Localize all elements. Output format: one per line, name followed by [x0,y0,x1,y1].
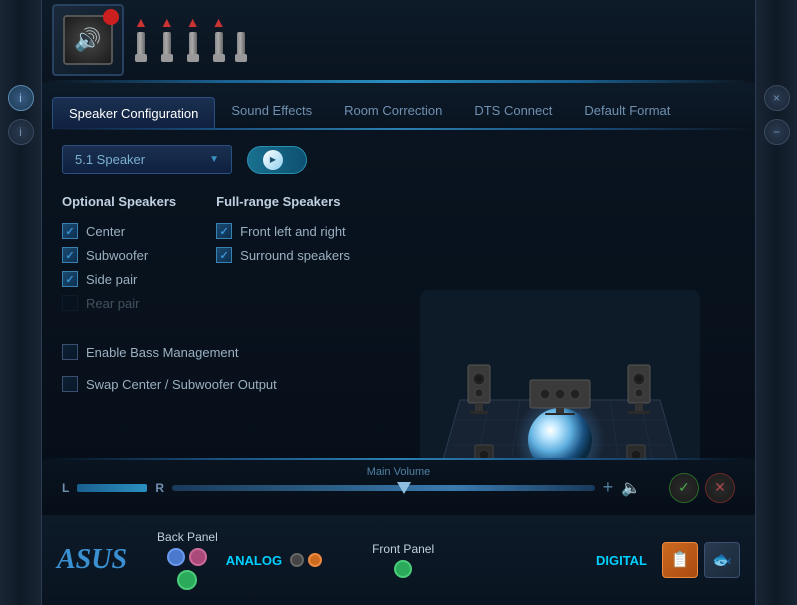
checkbox-rear-pair: Rear pair [62,291,176,315]
play-inner: ▶ [263,150,283,170]
settings-icon-button[interactable]: 📋 [662,542,698,578]
checkbox-center[interactable]: Center [62,219,176,243]
jack-arrow-3: ▲ [186,14,200,30]
jack-arrow-2: ▲ [160,14,174,30]
top-section: 🔊 ▲ ▲ ▲ ▲ [42,0,755,80]
bottom-panel: ASUS Back Panel ANALOG Front Panel [42,515,755,605]
volume-plus-label: + [603,477,614,498]
front-lr-label: Front left and right [240,224,346,239]
app-container: i i × − 🔊 ▲ ▲ ▲ ▲ [0,0,797,605]
volume-slider-thumb[interactable] [397,482,411,494]
checkbox-subwoofer[interactable]: Subwoofer [62,243,176,267]
volume-speaker-icon: 🔈 [621,478,641,498]
dropdown-arrow-icon: ▼ [209,154,219,165]
asus-logo: ASUS [57,544,127,576]
dropdown-label: 5.1 Speaker [75,152,145,167]
center-checkbox[interactable] [62,223,78,239]
rail-minus-button[interactable]: − [764,119,790,145]
jack-plug-4 [215,32,223,62]
swap-center-checkbox[interactable] [62,376,78,392]
tab-bar: Speaker Configuration Sound Effects Room… [42,83,755,128]
back-panel-jacks-bottom [177,570,197,590]
bottom-right-icons: 📋 🐟 [662,542,740,578]
volume-left-label: L [62,481,69,495]
play-button[interactable]: ▶ [247,146,307,174]
volume-slider-track[interactable] [172,485,595,491]
tab-sound-effects[interactable]: Sound Effects [215,95,328,128]
optional-speakers-header: Optional Speakers [62,194,176,209]
jack-plug-1 [137,32,145,62]
jack-icon-2: ▲ [160,14,174,62]
jack-icon-3: ▲ [186,14,200,62]
back-panel-jacks-top [167,548,207,566]
jack-pink[interactable] [189,548,207,566]
jack-arrow-1: ▲ [134,14,148,30]
checkbox-surround[interactable]: Surround speakers [216,243,350,267]
vol-bar-fill [77,484,147,492]
rail-close-button[interactable]: × [764,85,790,111]
front-jack-green[interactable] [394,560,412,578]
rear-pair-checkbox [62,295,78,311]
speaker-selector: 5.1 Speaker ▼ ▶ [62,145,735,174]
bass-mgmt-label: Enable Bass Management [86,345,238,360]
volume-right-label: R [155,481,164,495]
swap-center-label: Swap Center / Subwoofer Output [86,377,277,392]
jack-plug-3 [189,32,197,62]
back-panel-label: Back Panel [157,530,218,544]
analog-jack-2[interactable] [308,553,322,567]
left-side-rail: i i [0,0,42,605]
volume-bar-segments [77,484,147,492]
rear-pair-label: Rear pair [86,296,139,311]
subwoofer-label: Subwoofer [86,248,148,263]
tab-room-correction[interactable]: Room Correction [328,95,458,128]
speaker-dropdown[interactable]: 5.1 Speaker ▼ [62,145,232,174]
jack-icon-1: ▲ [134,14,148,62]
front-panel-section: Front Panel [372,542,434,578]
full-range-header: Full-range Speakers [216,194,350,209]
volume-label: Main Volume [367,466,431,478]
jack-arrow-4: ▲ [212,14,226,30]
jack-green[interactable] [177,570,197,590]
checkbox-front-lr[interactable]: Front left and right [216,219,350,243]
jack-blue[interactable] [167,548,185,566]
asus-logo-text: ASUS [57,544,127,575]
subwoofer-checkbox[interactable] [62,247,78,263]
power-icon-button[interactable]: 🐟 [704,542,740,578]
bass-mgmt-checkbox[interactable] [62,344,78,360]
rail-info-button[interactable]: i [8,85,34,111]
checkbox-side-pair[interactable]: Side pair [62,267,176,291]
front-lr-checkbox[interactable] [216,223,232,239]
optional-speakers-col: Optional Speakers Center Subwoofer Side … [62,194,176,315]
tab-dts-connect[interactable]: DTS Connect [458,95,568,128]
surround-checkbox[interactable] [216,247,232,263]
full-range-col: Full-range Speakers Front left and right… [216,194,350,315]
back-panel-section: Back Panel [157,530,218,590]
jack-plug-2 [163,32,171,62]
front-panel-jacks [394,560,412,578]
rail-info-button-2[interactable]: i [8,119,34,145]
jack-icon-5 [237,32,245,62]
jack-icon-4: ▲ [212,14,226,62]
right-side-rail: × − [755,0,797,605]
front-panel-label: Front Panel [372,542,434,556]
digital-label: DIGITAL [596,553,647,568]
top-icons: ▲ ▲ ▲ ▲ [134,14,245,67]
volume-action-buttons: ✓ ✕ [669,473,735,503]
speaker-graphic: 🔊 [63,15,113,65]
volume-section: Main Volume L R + 🔈 ✓ ✕ [42,460,755,515]
speaker-icon-box: 🔊 [52,4,124,76]
analog-label: ANALOG [226,553,282,568]
side-pair-checkbox[interactable] [62,271,78,287]
jack-plug-5 [237,32,245,62]
confirm-button[interactable]: ✓ [669,473,699,503]
tab-speaker-config[interactable]: Speaker Configuration [52,97,215,129]
analog-jack-1[interactable] [290,553,304,567]
center-label: Center [86,224,125,239]
side-pair-label: Side pair [86,272,137,287]
cancel-button[interactable]: ✕ [705,473,735,503]
analog-jacks [290,553,322,567]
tab-default-format[interactable]: Default Format [568,95,686,128]
surround-label: Surround speakers [240,248,350,263]
